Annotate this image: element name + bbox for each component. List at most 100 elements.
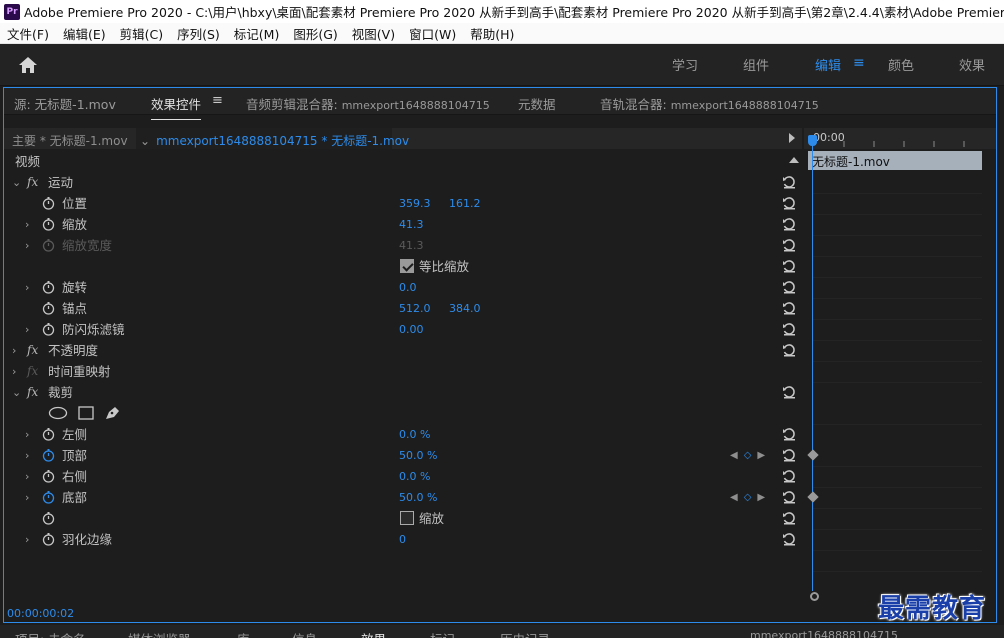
menu-edit[interactable]: 编辑(E) <box>56 24 113 43</box>
menu-markers[interactable]: 标记(M) <box>227 24 287 43</box>
effect-timeline[interactable]: 00:00 无标题-1.mov <box>804 128 996 622</box>
reset-icon[interactable] <box>782 175 796 189</box>
tab-project[interactable]: 项目: 未命名 <box>15 629 86 638</box>
stopwatch-icon[interactable] <box>42 218 55 231</box>
reset-icon[interactable] <box>782 217 796 231</box>
stopwatch-icon[interactable] <box>42 302 55 315</box>
play-triangle-icon[interactable] <box>789 133 795 143</box>
tab-info[interactable]: 信息 <box>292 629 317 638</box>
anchor-x-value[interactable]: 512.0 <box>399 298 431 319</box>
stopwatch-icon[interactable] <box>42 470 55 483</box>
workspace-tab-editing[interactable]: 编辑 <box>815 55 841 74</box>
pen-mask-icon[interactable] <box>104 406 120 420</box>
feather-value[interactable]: 0 <box>399 529 406 550</box>
stopwatch-icon[interactable] <box>42 197 55 210</box>
workspace-tab-assembly[interactable]: 组件 <box>743 55 769 74</box>
reset-icon[interactable] <box>782 532 796 546</box>
chevron-right-icon[interactable]: › <box>25 424 29 445</box>
reset-icon[interactable] <box>782 427 796 441</box>
current-timecode[interactable]: 00:00:00:02 <box>7 607 74 620</box>
home-icon[interactable] <box>18 56 38 74</box>
workspace-tab-learn[interactable]: 学习 <box>672 55 698 74</box>
rectangle-mask-icon[interactable] <box>78 406 94 420</box>
tab-effects[interactable]: 效果 <box>361 629 386 638</box>
tab-source[interactable]: 源: 无标题-1.mov <box>14 94 116 113</box>
workspace-menu-icon[interactable]: ≡ <box>853 55 865 71</box>
rotation-value[interactable]: 0.0 <box>399 277 417 298</box>
stopwatch-icon[interactable] <box>42 281 55 294</box>
keyframe-diamond[interactable] <box>807 491 819 503</box>
reset-icon[interactable] <box>782 259 796 273</box>
chevron-right-icon[interactable]: › <box>25 277 29 298</box>
menu-view[interactable]: 视图(V) <box>345 24 402 43</box>
tab-media-browser[interactable]: 媒体浏览器 <box>128 629 191 638</box>
anchor-y-value[interactable]: 384.0 <box>449 298 481 319</box>
add-keyframe-icon[interactable]: ◇ <box>744 450 752 461</box>
menu-sequence[interactable]: 序列(S) <box>170 24 227 43</box>
chevron-right-icon[interactable]: › <box>12 340 16 361</box>
reset-icon[interactable] <box>782 469 796 483</box>
reset-icon[interactable] <box>782 280 796 294</box>
reset-icon[interactable] <box>782 301 796 315</box>
prev-keyframe-icon[interactable]: ◀ <box>730 450 738 461</box>
chevron-right-icon[interactable]: › <box>25 466 29 487</box>
tab-libraries[interactable]: 库 <box>237 629 250 638</box>
menu-graphics[interactable]: 图形(G) <box>286 24 344 43</box>
stopwatch-icon[interactable] <box>42 323 55 336</box>
next-keyframe-icon[interactable]: ▶ <box>757 450 765 461</box>
tab-audio-clip-mixer[interactable]: 音频剪辑混合器: mmexport1648888104715 <box>246 94 490 113</box>
fx-icon[interactable]: fx <box>27 340 38 361</box>
workspace-tab-color[interactable]: 颜色 <box>888 55 914 74</box>
chevron-right-icon[interactable]: › <box>12 361 16 382</box>
anti-flicker-value[interactable]: 0.00 <box>399 319 424 340</box>
effect-controls-menu-icon[interactable]: ≡ <box>212 93 223 108</box>
sequence-clip-selector[interactable]: ⌄ mmexport1648888104715 * 无标题-1.mov <box>136 128 409 149</box>
crop-top-value[interactable]: 50.0 % <box>399 445 437 466</box>
timeline-clip[interactable]: 无标题-1.mov <box>808 151 982 170</box>
next-keyframe-icon[interactable]: ▶ <box>757 492 765 503</box>
chevron-right-icon[interactable]: › <box>25 214 29 235</box>
fx-icon[interactable]: fx <box>27 382 38 403</box>
tab-audio-track-mixer[interactable]: 音轨混合器: mmexport1648888104715 <box>600 94 819 113</box>
menu-window[interactable]: 窗口(W) <box>402 24 463 43</box>
tab-history[interactable]: 历史记录 <box>500 629 550 638</box>
menu-clip[interactable]: 剪辑(C) <box>113 24 170 43</box>
crop-bottom-value[interactable]: 50.0 % <box>399 487 437 508</box>
tab-effect-controls[interactable]: 效果控件 <box>151 94 202 120</box>
tab-sequence[interactable]: mmexport1648888104715 <box>750 629 898 638</box>
master-clip-label[interactable]: 主要 * 无标题-1.mov <box>12 132 128 149</box>
reset-icon[interactable] <box>782 196 796 210</box>
menu-help[interactable]: 帮助(H) <box>463 24 521 43</box>
chevron-right-icon[interactable]: › <box>25 445 29 466</box>
crop-zoom-checkbox[interactable] <box>400 511 414 525</box>
workspace-tab-effects[interactable]: 效果 <box>959 55 985 74</box>
stopwatch-active-icon[interactable] <box>42 449 55 462</box>
ellipse-mask-icon[interactable] <box>48 406 68 420</box>
stopwatch-icon[interactable] <box>42 428 55 441</box>
scale-value[interactable]: 41.3 <box>399 214 424 235</box>
crop-left-value[interactable]: 0.0 % <box>399 424 430 445</box>
reset-icon[interactable] <box>782 490 796 504</box>
fx-icon[interactable]: fx <box>27 172 38 193</box>
reset-icon[interactable] <box>782 448 796 462</box>
scroll-up-icon[interactable] <box>789 157 799 163</box>
reset-icon[interactable] <box>782 322 796 336</box>
keyframe-diamond[interactable] <box>807 449 819 461</box>
chevron-down-icon[interactable]: ⌄ <box>12 172 21 193</box>
position-x-value[interactable]: 359.3 <box>399 193 431 214</box>
reset-icon[interactable] <box>782 238 796 252</box>
chevron-right-icon[interactable]: › <box>25 487 29 508</box>
stopwatch-icon[interactable] <box>42 512 55 525</box>
position-y-value[interactable]: 161.2 <box>449 193 481 214</box>
playhead-handle[interactable] <box>808 135 817 146</box>
timeline-ruler[interactable]: 00:00 <box>804 128 996 149</box>
reset-icon[interactable] <box>782 343 796 357</box>
crop-right-value[interactable]: 0.0 % <box>399 466 430 487</box>
menu-file[interactable]: 文件(F) <box>0 24 56 43</box>
tab-metadata[interactable]: 元数据 <box>518 94 556 113</box>
add-keyframe-icon[interactable]: ◇ <box>744 492 752 503</box>
prev-keyframe-icon[interactable]: ◀ <box>730 492 738 503</box>
reset-icon[interactable] <box>782 385 796 399</box>
stopwatch-active-icon[interactable] <box>42 491 55 504</box>
tab-markers[interactable]: 标记 <box>430 629 455 638</box>
